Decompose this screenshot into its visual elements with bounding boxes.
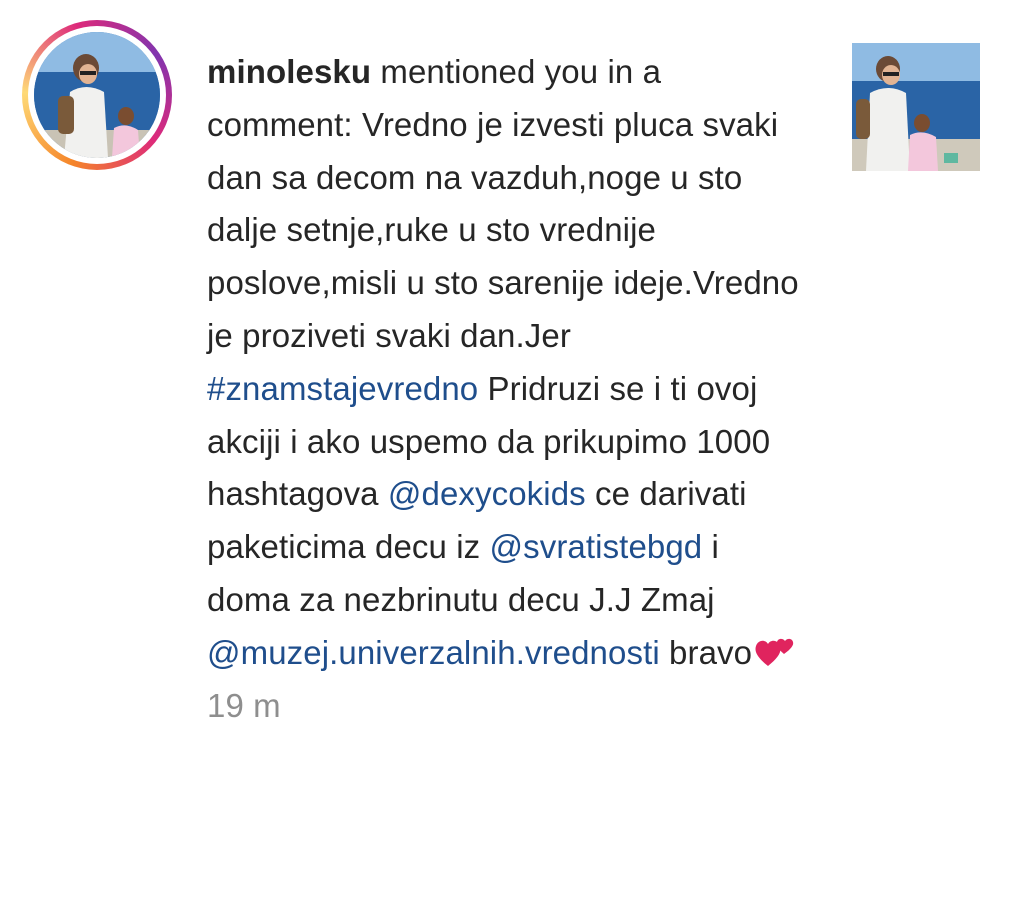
notification-text: minolesku mentioned you in a comment: Vr…	[207, 46, 807, 732]
two-hearts-icon	[754, 633, 798, 669]
mention-link[interactable]: @svratistebgd	[490, 528, 703, 565]
post-thumbnail[interactable]	[852, 43, 980, 171]
avatar-photo	[34, 32, 160, 158]
mention-link[interactable]: @dexycokids	[388, 475, 586, 512]
comment-body: Vredno je izvesti pluca svaki dan sa dec…	[207, 106, 799, 671]
notification-timestamp: 19 m	[207, 686, 281, 724]
hashtag-link[interactable]: #znamstajevredno	[207, 370, 478, 407]
user-avatar[interactable]	[22, 20, 172, 170]
comment-text-segment: Vredno je izvesti pluca svaki dan sa dec…	[207, 105, 799, 354]
mention-link[interactable]: @muzej.univerzalnih.vrednosti	[207, 634, 660, 671]
username-link[interactable]: minolesku	[207, 53, 371, 90]
comment-text-segment: bravo	[659, 633, 753, 671]
notification-row[interactable]: minolesku mentioned you in a comment: Vr…	[0, 0, 1024, 903]
